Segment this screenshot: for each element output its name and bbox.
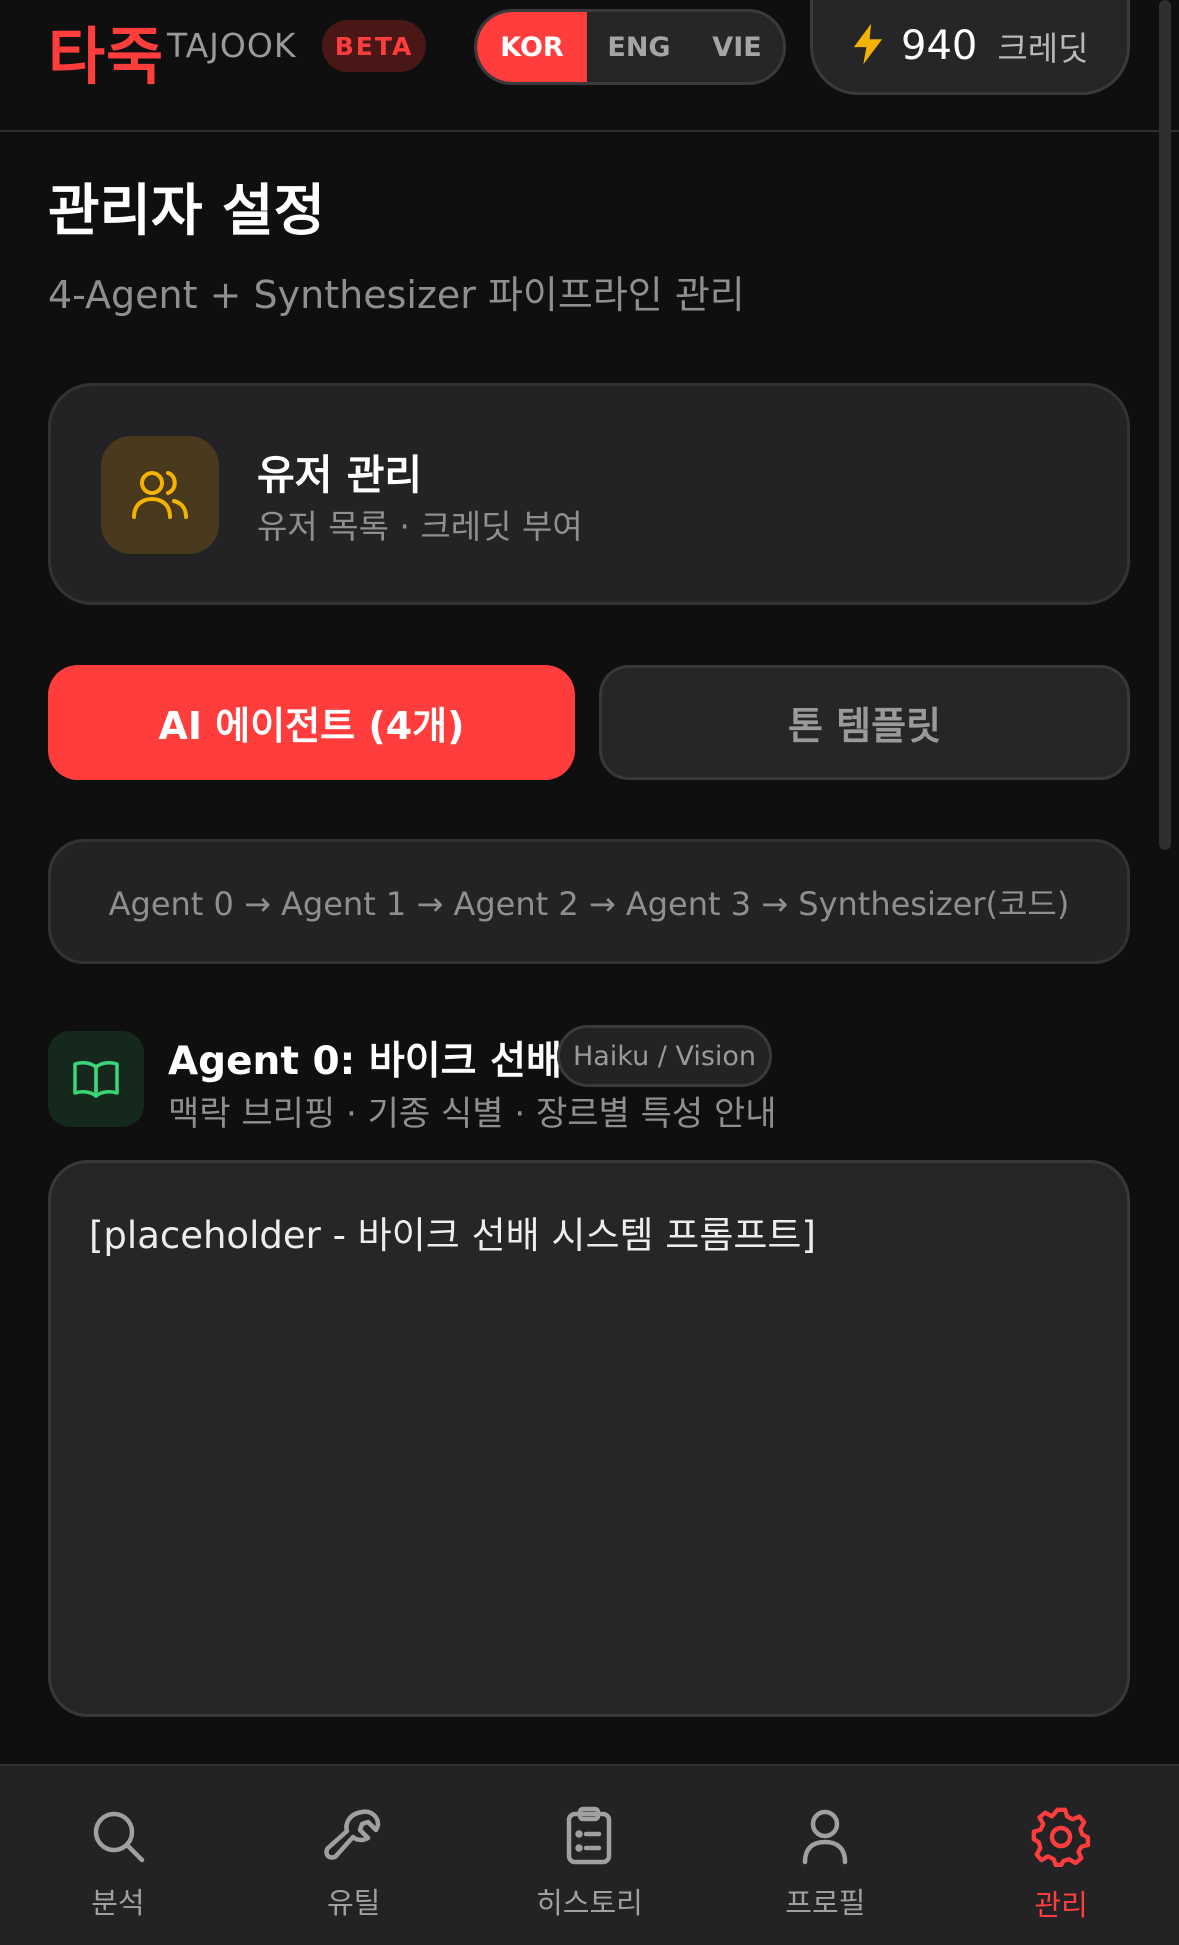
nav-item-history[interactable]: 히스토리 — [472, 1766, 708, 1945]
wrench-icon — [323, 1806, 384, 1870]
agent-0-description: 맥락 브리핑 · 기종 식별 · 장르별 특성 안내 — [168, 1094, 777, 1134]
credits-pill[interactable]: 940 크레딧 — [810, 0, 1130, 95]
lightning-icon — [849, 22, 887, 70]
search-icon — [88, 1806, 148, 1870]
tab-tone-templates[interactable]: 톤 템플릿 — [599, 665, 1130, 780]
language-switcher: KOR ENG VIE — [474, 9, 786, 85]
user-icon — [795, 1806, 855, 1870]
users-icon — [101, 436, 219, 554]
agent-0-prompt-textarea[interactable]: [placeholder - 바이크 선배 시스템 프롬프트] — [48, 1160, 1130, 1717]
user-management-title: 유저 관리 — [257, 451, 423, 499]
language-option-vie[interactable]: VIE — [691, 12, 783, 82]
nav-label: 분석 — [91, 1886, 145, 1920]
scrollbar-thumb[interactable] — [1159, 0, 1171, 850]
tab-ai-agents[interactable]: AI 에이전트 (4개) — [48, 665, 575, 780]
logo-korean[interactable]: 타죽 — [48, 6, 164, 96]
agent-0-model-badge: Haiku / Vision — [557, 1025, 772, 1087]
credits-unit: 크레딧 — [997, 29, 1089, 68]
page-subtitle: 4-Agent + Synthesizer 파이프라인 관리 — [48, 273, 745, 317]
language-option-eng[interactable]: ENG — [587, 12, 691, 82]
agent-0-title: Agent 0: 바이크 선배 — [168, 1039, 562, 1084]
clipboard-icon — [559, 1806, 619, 1870]
nav-item-profile[interactable]: 프로필 — [707, 1766, 943, 1945]
nav-item-admin[interactable]: 관리 — [943, 1766, 1179, 1945]
nav-label: 관리 — [1034, 1888, 1088, 1922]
top-header: 타죽 TAJOOK BETA KOR ENG VIE 940 크레딧 — [0, 0, 1179, 132]
nav-label: 프로필 — [785, 1886, 866, 1920]
beta-badge: BETA — [322, 20, 426, 72]
pipeline-flow: Agent 0 → Agent 1 → Agent 2 → Agent 3 → … — [48, 839, 1130, 964]
language-option-kor[interactable]: KOR — [477, 12, 587, 82]
gear-icon — [1030, 1806, 1092, 1872]
nav-label: 유틸 — [327, 1886, 381, 1920]
bottom-navigation: 분석 유틸 히스토리 프로필 관리 — [0, 1764, 1179, 1945]
user-management-description: 유저 목록 · 크레딧 부여 — [257, 507, 583, 546]
book-open-icon — [48, 1031, 144, 1127]
logo-english: TAJOOK — [167, 26, 297, 65]
nav-item-analysis[interactable]: 분석 — [0, 1766, 236, 1945]
admin-settings-screen: 타죽 TAJOOK BETA KOR ENG VIE 940 크레딧 관리자 설… — [0, 0, 1179, 1945]
nav-item-utility[interactable]: 유틸 — [236, 1766, 472, 1945]
page-title: 관리자 설정 — [48, 179, 326, 244]
user-management-card[interactable]: 유저 관리 유저 목록 · 크레딧 부여 — [48, 383, 1130, 605]
nav-label: 히스토리 — [536, 1886, 643, 1920]
credits-value: 940 — [901, 23, 978, 69]
